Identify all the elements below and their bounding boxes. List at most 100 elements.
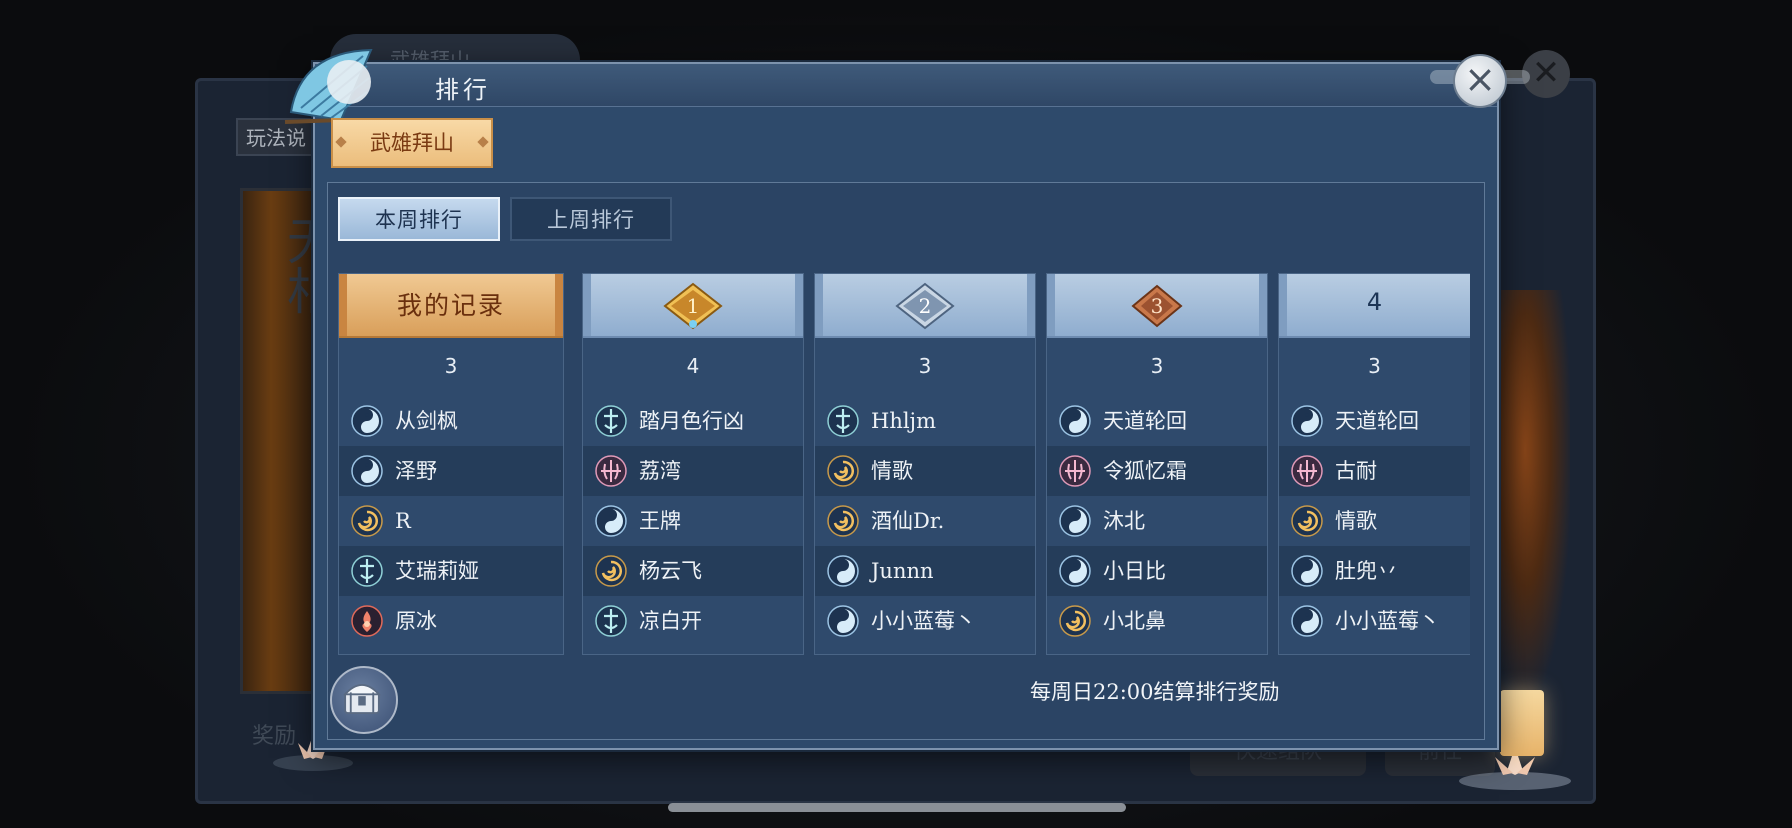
my-record-title: 我的记录 [396,291,505,320]
taiji-school-icon [351,405,383,437]
reward-chest-button[interactable] [330,666,398,734]
ranking-content: 本周排行 上周排行 我的记录 3 从剑枫 泽野 R 艾瑞莉娅 原冰 1 4 踏月… [327,182,1485,740]
sword-school-icon [351,555,383,587]
member-name: 从剑枫 [395,409,458,433]
member-row[interactable]: 荔湾 [583,446,803,496]
member-row[interactable]: 情歌 [1279,496,1470,546]
member-name: 小小蓝莓丶 [871,609,976,633]
member-row[interactable]: 艾瑞莉娅 [339,546,563,596]
team-count: 3 [1368,354,1381,378]
swirl-school-icon [1291,505,1323,537]
member-name: 王牌 [639,509,681,533]
treasure-chest-icon [343,683,381,714]
rank-number: 2 [919,294,932,318]
silver-rank-badge-icon: 2 [895,282,955,330]
member-row[interactable]: 原冰 [339,596,563,646]
taiji-school-icon [827,555,859,587]
rank-number: 4 [1366,288,1383,316]
lantern-icon [1500,690,1544,756]
rank-header: 4 [1279,274,1470,338]
member-name: 艾瑞莉娅 [395,559,479,583]
mode-tab-wuxiong[interactable]: 武雄拜山 [331,118,493,168]
gold-rank-badge-icon: 1 [663,282,723,330]
flame-school-icon [351,605,383,637]
member-name: 令狐忆霜 [1103,459,1187,483]
sword-school-icon [595,605,627,637]
member-name: 踏月色行凶 [639,409,744,433]
member-name: 酒仙Dr. [871,509,945,533]
taiji-school-icon [1291,555,1323,587]
sword-school-icon [595,405,627,437]
member-row[interactable]: R [339,496,563,546]
rank-header: 1 [583,274,803,338]
taiji-school-icon [827,605,859,637]
claw-school-icon [1291,455,1323,487]
swirl-school-icon [827,455,859,487]
member-row[interactable]: 王牌 [583,496,803,546]
tab-last-week[interactable]: 上周排行 [510,197,672,241]
member-name: 原冰 [395,609,437,633]
sword-school-icon [827,405,859,437]
member-row[interactable]: 从剑枫 [339,396,563,446]
member-row[interactable]: 小小蓝莓丶 [1279,596,1470,646]
my-record-header: 我的记录 [339,274,563,338]
member-row[interactable]: 凉白开 [583,596,803,646]
member-row[interactable]: 杨云飞 [583,546,803,596]
dialog-title: 排行 [435,76,491,104]
member-name: Hhljm [871,409,936,433]
member-name: 情歌 [871,459,913,483]
home-indicator[interactable] [668,803,1126,812]
member-row[interactable]: 沐北 [1047,496,1267,546]
rank-column-4: 4 3 天道轮回古耐情歌肚兜丷小小蓝莓丶 [1278,273,1470,655]
member-row[interactable]: Junnn [815,546,1035,596]
team-count: 4 [686,354,700,378]
member-row[interactable]: 踏月色行凶 [583,396,803,446]
taiji-school-icon [1059,555,1091,587]
taiji-school-icon [1291,405,1323,437]
settlement-note: 每周日22:00结算排行奖励 [1030,680,1280,704]
member-row[interactable]: 情歌 [815,446,1035,496]
claw-school-icon [1059,455,1091,487]
member-row[interactable]: Hhljm [815,396,1035,446]
team-count: 3 [1150,354,1164,378]
member-name: 肚兜丷 [1335,559,1398,583]
member-name: 小日比 [1103,559,1166,583]
rank-number: 3 [1151,294,1164,318]
taiji-school-icon [1059,405,1091,437]
swirl-school-icon [595,555,627,587]
rank-column-2: 2 3 Hhljm 情歌 酒仙Dr. Junnn 小小蓝莓丶 [814,273,1036,655]
rank-header: 3 [1047,274,1267,338]
member-row[interactable]: 令狐忆霜 [1047,446,1267,496]
member-row[interactable]: 泽野 [339,446,563,496]
member-row[interactable]: 天道轮回 [1047,396,1267,446]
close-button[interactable]: × [1453,54,1507,108]
member-name: 泽野 [395,459,437,483]
team-count: 3 [444,354,458,378]
member-name: 天道轮回 [1335,409,1419,433]
rank-column-1: 1 4 踏月色行凶荔湾王牌杨云飞 凉白开 [582,273,804,655]
member-row[interactable]: 天道轮回 [1279,396,1470,446]
member-name: 古耐 [1335,459,1377,483]
member-name: R [395,509,411,533]
rank-column-3: 3 3 天道轮回令狐忆霜沐北小日比小北鼻 [1046,273,1268,655]
dialog-header [315,64,1497,107]
swirl-school-icon [1059,605,1091,637]
member-row[interactable]: 古耐 [1279,446,1470,496]
member-row[interactable]: 酒仙Dr. [815,496,1035,546]
member-name: 小北鼻 [1103,609,1166,633]
member-row[interactable]: 小北鼻 [1047,596,1267,646]
rank-header: 2 [815,274,1035,338]
ranking-dialog: 排行 × 武雄拜山 本周排行 上周排行 我的记录 3 从剑枫泽野 R 艾瑞莉娅原冰 … [284,48,1530,750]
bronze-rank-badge-icon: 3 [1131,284,1183,328]
rank-number: 1 [687,294,700,318]
member-row[interactable]: 肚兜丷 [1279,546,1470,596]
member-row[interactable]: 小小蓝莓丶 [815,596,1035,646]
swirl-school-icon [827,505,859,537]
claw-school-icon [595,455,627,487]
my-record-column: 我的记录 3 从剑枫泽野 R 艾瑞莉娅原冰 [338,273,564,655]
tab-this-week[interactable]: 本周排行 [338,197,500,241]
taiji-school-icon [595,505,627,537]
member-name: 沐北 [1103,509,1145,533]
member-name: 小小蓝莓丶 [1335,609,1440,633]
member-row[interactable]: 小日比 [1047,546,1267,596]
